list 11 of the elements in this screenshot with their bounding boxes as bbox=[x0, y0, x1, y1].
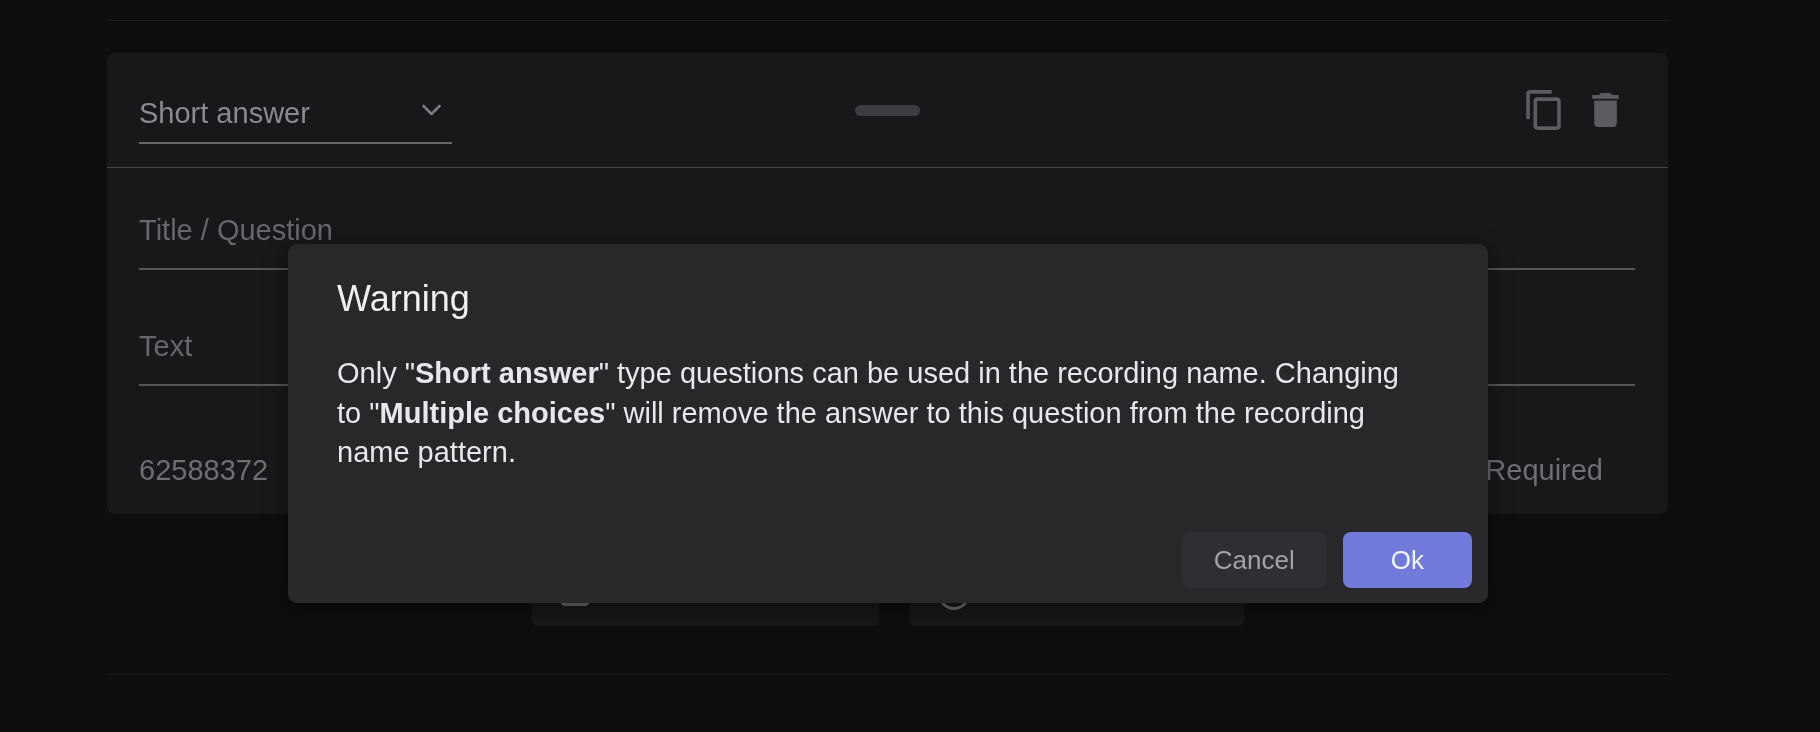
drag-handle[interactable] bbox=[855, 104, 920, 116]
trash-icon[interactable] bbox=[1592, 93, 1619, 127]
copy-icon[interactable] bbox=[1526, 90, 1561, 130]
ok-button[interactable]: Ok bbox=[1342, 532, 1472, 588]
type-select[interactable]: Short answer bbox=[139, 94, 452, 144]
required-label: Required bbox=[1485, 453, 1603, 488]
warning-message: Only "Short answer" type questions can be used in the recording name. Changing to "Multiple choices" will remove the answer to this question from the recording name pattern. bbox=[337, 356, 1400, 470]
question-number: 62588372 bbox=[139, 453, 269, 488]
cancel-button[interactable]: Cancel bbox=[1181, 532, 1327, 588]
dialog-title: Warning bbox=[337, 277, 470, 320]
chevron-down-icon bbox=[421, 103, 442, 116]
